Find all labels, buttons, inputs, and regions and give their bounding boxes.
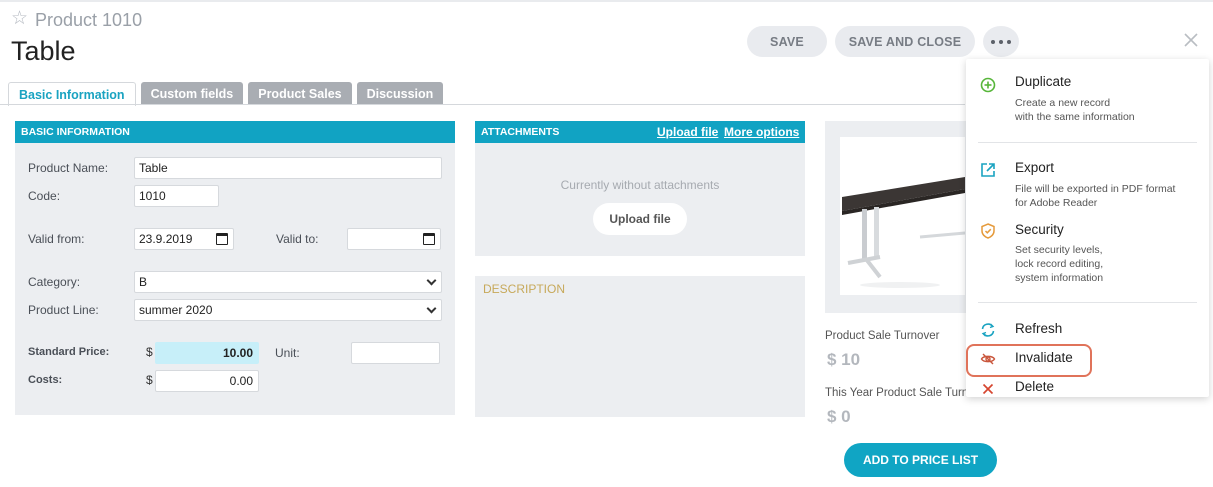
valid-from-value: 23.9.2019 bbox=[139, 232, 193, 246]
category-value: B bbox=[139, 275, 148, 289]
description-heading: DESCRIPTION bbox=[483, 282, 566, 296]
costs-label: Costs: bbox=[28, 374, 63, 386]
costs-input[interactable]: 0.00 bbox=[155, 370, 259, 392]
standard-price-input[interactable]: 10.00 bbox=[155, 342, 259, 364]
turnover-value: $ 10 bbox=[827, 350, 861, 369]
favorite-star-icon[interactable]: ☆ bbox=[11, 9, 28, 29]
menu-item-delete[interactable]: Delete bbox=[1015, 379, 1054, 394]
panel-heading: BASIC INFORMATION bbox=[15, 121, 455, 143]
unit-input[interactable] bbox=[351, 342, 440, 364]
valid-to-label: Valid to: bbox=[276, 232, 319, 246]
code-input[interactable]: 1010 bbox=[134, 185, 219, 207]
product-name-label: Product Name: bbox=[28, 161, 109, 175]
year-turnover-value: $ 0 bbox=[827, 407, 851, 426]
tab-product-sales[interactable]: Product Sales bbox=[248, 82, 352, 105]
menu-item-invalidate[interactable]: Invalidate bbox=[1015, 350, 1073, 365]
dot-icon bbox=[991, 39, 995, 44]
attachments-heading: ATTACHMENTS bbox=[481, 126, 560, 138]
more-actions-button[interactable] bbox=[983, 26, 1019, 57]
year-turnover-label: This Year Product Sale Turno bbox=[825, 387, 966, 399]
valid-from-input[interactable]: 23.9.2019 bbox=[134, 228, 234, 250]
menu-divider bbox=[978, 302, 1197, 303]
tab-custom-fields[interactable]: Custom fields bbox=[140, 82, 244, 105]
upload-file-link[interactable]: Upload file bbox=[657, 125, 718, 139]
calendar-icon[interactable] bbox=[216, 233, 228, 245]
security-description: Set security levels, lock record editing… bbox=[1015, 244, 1104, 284]
delete-x-icon bbox=[982, 383, 994, 395]
save-and-close-button[interactable]: SAVE AND CLOSE bbox=[835, 26, 975, 57]
menu-item-export[interactable]: Export bbox=[1015, 160, 1054, 175]
more-options-link[interactable]: More options bbox=[724, 125, 799, 139]
attachments-panel: ATTACHMENTS Upload file More options Cur… bbox=[475, 121, 805, 256]
currency-symbol: $ bbox=[146, 373, 153, 387]
product-image[interactable] bbox=[840, 137, 966, 295]
empty-attachments-message: Currently without attachments bbox=[560, 178, 720, 192]
plus-circle-icon bbox=[980, 77, 996, 93]
category-select[interactable]: B bbox=[134, 271, 442, 293]
tab-discussion[interactable]: Discussion bbox=[356, 82, 444, 105]
calendar-icon[interactable] bbox=[423, 233, 435, 245]
product-name-input[interactable]: Table bbox=[134, 157, 442, 179]
tab-divider bbox=[0, 104, 965, 105]
valid-from-label: Valid from: bbox=[28, 232, 85, 246]
record-subtitle: Product 1010 bbox=[35, 10, 143, 30]
table-image bbox=[842, 177, 966, 288]
currency-symbol: $ bbox=[146, 345, 153, 359]
tab-basic-information[interactable]: Basic Information bbox=[8, 82, 136, 106]
duplicate-description: Create a new record with the same inform… bbox=[1015, 97, 1135, 123]
unit-label: Unit: bbox=[275, 346, 300, 360]
tab-bar: Basic Information Custom fields Product … bbox=[8, 82, 448, 106]
dot-icon bbox=[1007, 39, 1011, 44]
upload-file-button[interactable]: Upload file bbox=[593, 203, 687, 235]
page-title: Table bbox=[11, 36, 76, 66]
save-button[interactable]: SAVE bbox=[747, 26, 827, 57]
product-image-panel bbox=[825, 121, 970, 313]
code-label: Code: bbox=[28, 189, 61, 203]
description-panel[interactable]: DESCRIPTION bbox=[475, 276, 805, 417]
menu-item-duplicate[interactable]: Duplicate bbox=[1015, 74, 1071, 89]
export-description: File will be exported in PDF format for … bbox=[1015, 183, 1176, 209]
valid-to-input[interactable] bbox=[347, 228, 441, 250]
category-label: Category: bbox=[28, 275, 81, 289]
menu-item-refresh[interactable]: Refresh bbox=[1015, 321, 1062, 336]
refresh-icon bbox=[981, 323, 995, 337]
top-border bbox=[0, 0, 1213, 2]
menu-item-security[interactable]: Security bbox=[1015, 222, 1064, 237]
product-line-label: Product Line: bbox=[28, 303, 99, 317]
basic-information-panel: BASIC INFORMATION Product Name: Table Co… bbox=[15, 121, 455, 415]
shield-icon bbox=[981, 223, 995, 239]
turnover-label: Product Sale Turnover bbox=[825, 330, 940, 342]
add-to-price-list-button[interactable]: ADD TO PRICE LIST bbox=[844, 443, 997, 477]
chevron-down-icon bbox=[426, 275, 437, 286]
chevron-down-icon bbox=[426, 303, 437, 314]
close-icon[interactable] bbox=[1181, 30, 1201, 50]
export-icon bbox=[981, 163, 995, 177]
dot-icon bbox=[999, 39, 1003, 44]
menu-divider bbox=[978, 142, 1197, 143]
eye-slash-icon bbox=[980, 353, 996, 365]
more-actions-menu: Duplicate Create a new record with the s… bbox=[966, 59, 1209, 397]
product-line-value: summer 2020 bbox=[139, 303, 213, 317]
standard-price-label: Standard Price: bbox=[28, 346, 110, 358]
product-line-select[interactable]: summer 2020 bbox=[134, 299, 442, 321]
